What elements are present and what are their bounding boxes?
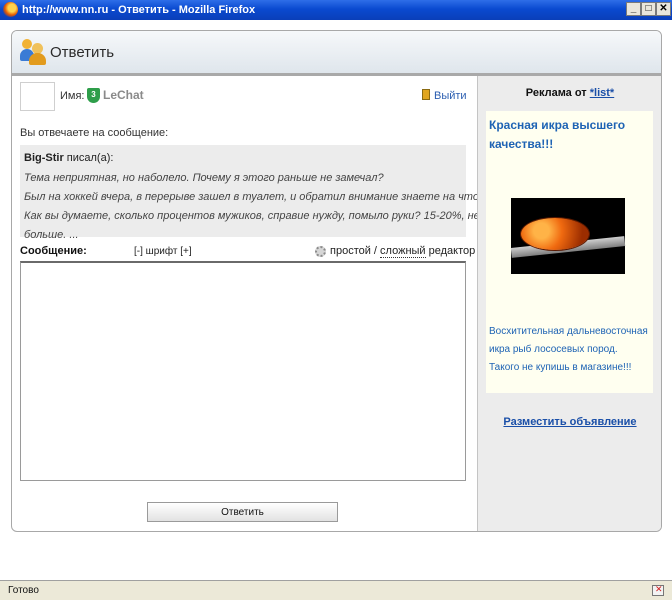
editor-word: редактор <box>425 245 476 257</box>
reply-panel: Ответить Имя: 3 LeChat Выйти Вы отвечает… <box>11 30 662 532</box>
users-icon <box>20 37 48 65</box>
quote-author-line: Big-Stir писал(а): <box>24 152 113 164</box>
window-titlebar: http://www.nn.ru - Ответить - Mozilla Fi… <box>0 0 672 20</box>
window-title: http://www.nn.ru - Ответить - Mozilla Fi… <box>22 4 256 16</box>
avatar <box>20 82 55 111</box>
quote-line: больше. ... <box>24 229 79 241</box>
username[interactable]: LeChat <box>103 88 144 102</box>
reply-to-label: Вы отвечаете на сообщение: <box>20 127 169 139</box>
font-label: шрифт <box>142 246 181 257</box>
gear-icon <box>315 246 326 257</box>
quote-wrote: писал(а): <box>63 152 114 164</box>
page-title: Ответить <box>50 44 115 61</box>
door-icon[interactable] <box>422 89 430 100</box>
browser-content: Ответить Имя: 3 LeChat Выйти Вы отвечает… <box>0 20 672 580</box>
ad-card[interactable]: Красная икра высшего качества!!! Восхити… <box>486 111 653 393</box>
font-decrease-button[interactable]: [-] <box>134 246 143 257</box>
maximize-button[interactable]: □ <box>641 2 656 16</box>
font-size-control: [-] шрифт [+] <box>134 246 192 257</box>
quoted-message: Big-Stir писал(а): Тема неприятная, но н… <box>20 145 485 241</box>
logout-link[interactable]: Выйти <box>434 90 467 102</box>
editor-mode-switch: простой / сложный редактор <box>330 245 476 258</box>
advanced-editor-option[interactable]: сложный <box>380 245 426 258</box>
editor-mode-separator: / <box>370 245 381 257</box>
quote-author[interactable]: Big-Stir <box>24 152 64 164</box>
panel-header: Ответить <box>12 31 661 76</box>
ad-provider: Реклама от *list* <box>478 87 661 99</box>
firefox-icon <box>3 2 18 17</box>
quote-line: Как вы думаете, сколько процентов мужико… <box>24 210 480 222</box>
quote-line: Был на хоккей вчера, в перерыве зашел в … <box>24 191 486 203</box>
connection-status-icon <box>652 584 664 596</box>
ad-title[interactable]: Красная икра высшего качества!!! <box>489 116 649 154</box>
ad-provider-link[interactable]: *list* <box>590 87 614 99</box>
close-button[interactable]: ✕ <box>656 2 671 16</box>
shield-icon: 3 <box>87 88 100 103</box>
reply-form: Имя: 3 LeChat Выйти Вы отвечаете на сооб… <box>12 76 485 531</box>
status-text: Готово <box>8 585 39 596</box>
ad-provider-label: Реклама от <box>525 87 590 99</box>
status-bar: Готово <box>0 580 672 600</box>
name-label: Имя: <box>60 90 85 102</box>
ad-sidebar: Реклама от *list* Красная икра высшего к… <box>477 76 661 531</box>
message-textarea[interactable] <box>20 261 466 481</box>
submit-reply-button[interactable]: Ответить <box>147 502 338 522</box>
simple-editor-option[interactable]: простой <box>330 245 371 257</box>
font-increase-button[interactable]: [+] <box>180 246 191 257</box>
caviar-image[interactable] <box>510 198 626 274</box>
quote-line: Тема неприятная, но наболело. Почему я э… <box>24 172 384 184</box>
minimize-button[interactable]: _ <box>626 2 641 16</box>
place-ad-link[interactable]: Разместить объявление <box>478 416 661 428</box>
message-label: Сообщение: <box>20 245 87 257</box>
ad-description[interactable]: Восхитительная дальневосточная икра рыб … <box>489 323 649 377</box>
